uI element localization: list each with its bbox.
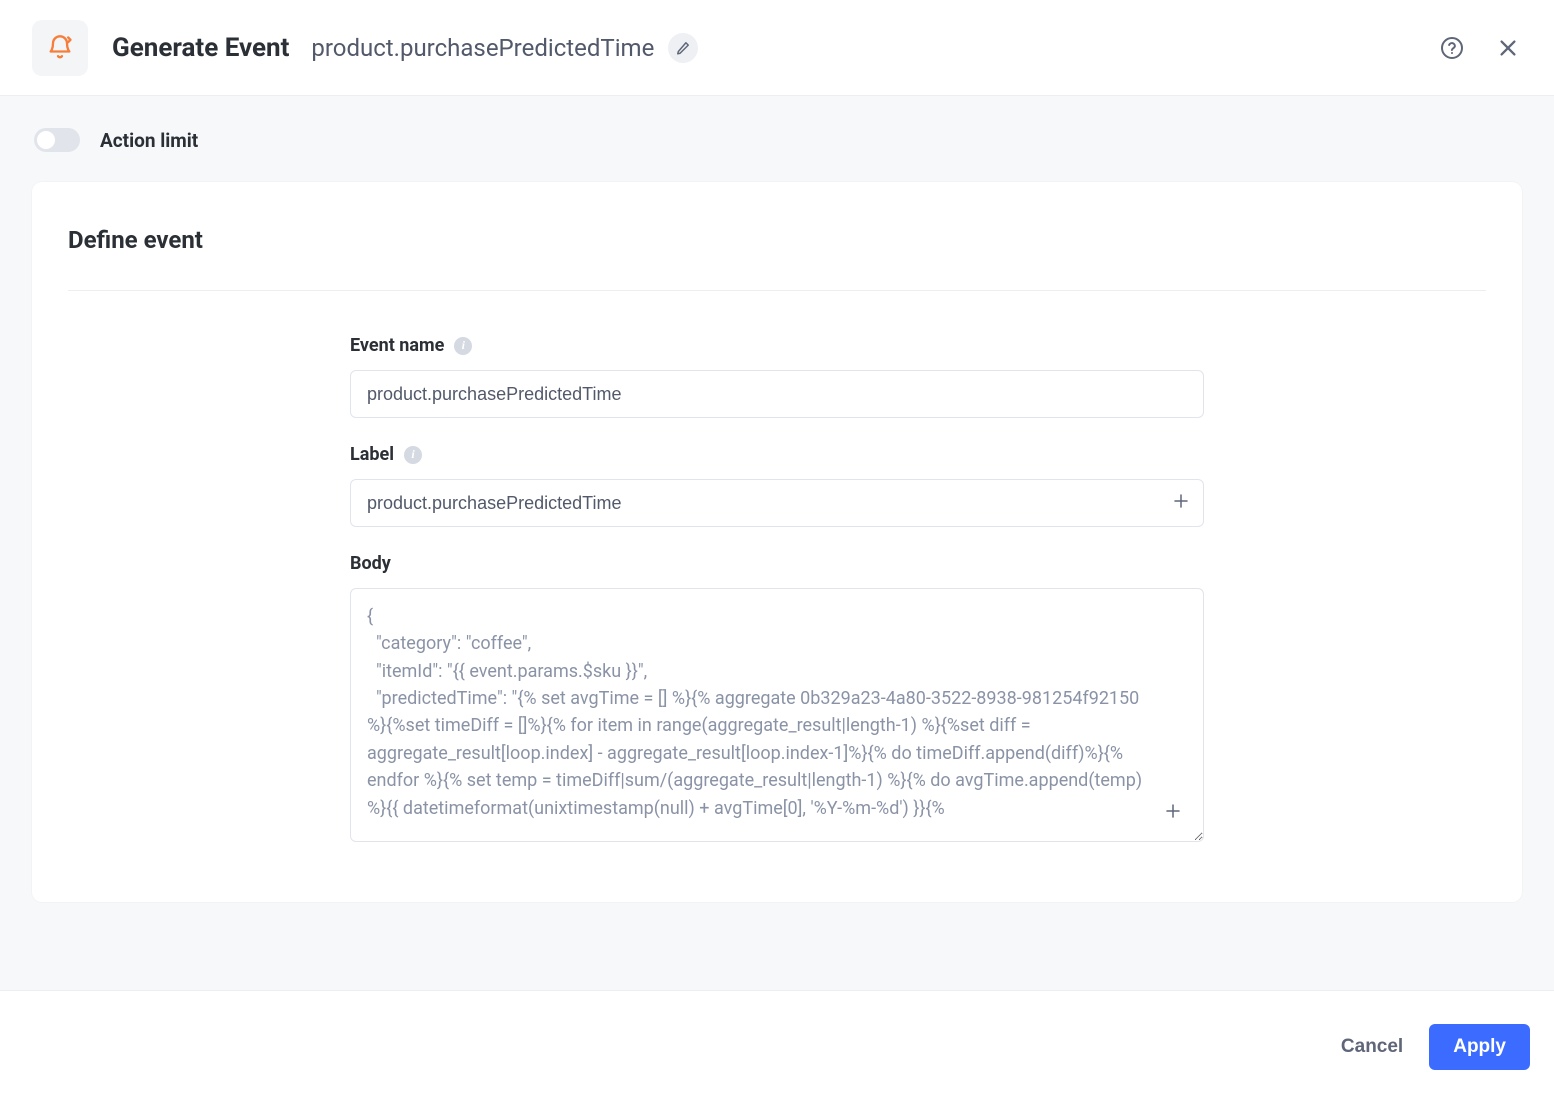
label-add-button[interactable] bbox=[1172, 492, 1190, 514]
content-area: Action limit Define event Event name i L… bbox=[0, 96, 1554, 934]
page-subtitle: product.purchasePredictedTime bbox=[311, 34, 654, 62]
action-limit-label: Action limit bbox=[100, 129, 198, 152]
generate-event-icon bbox=[32, 20, 88, 76]
body-label-row: Body bbox=[350, 553, 1204, 574]
body-label: Body bbox=[350, 553, 391, 574]
page-title: Generate Event bbox=[112, 33, 289, 63]
action-limit-toggle[interactable] bbox=[34, 128, 80, 152]
label-field-label-row: Label i bbox=[350, 444, 1204, 465]
body-textarea-wrap bbox=[350, 588, 1204, 846]
plus-icon bbox=[1172, 492, 1190, 510]
card-title: Define event bbox=[68, 226, 1486, 254]
event-form: Event name i Label i Body bbox=[350, 335, 1204, 846]
event-name-label: Event name bbox=[350, 335, 444, 356]
label-input-wrap bbox=[350, 479, 1204, 527]
body-textarea[interactable] bbox=[350, 588, 1204, 842]
edit-title-button[interactable] bbox=[668, 33, 698, 63]
cancel-button[interactable]: Cancel bbox=[1341, 1036, 1403, 1058]
close-button[interactable] bbox=[1494, 34, 1522, 62]
help-icon bbox=[1440, 36, 1464, 60]
label-field-label: Label bbox=[350, 444, 394, 465]
info-icon[interactable]: i bbox=[404, 446, 422, 464]
pencil-icon bbox=[676, 41, 690, 55]
footer: Cancel Apply bbox=[0, 990, 1554, 1102]
event-name-label-row: Event name i bbox=[350, 335, 1204, 356]
label-input[interactable] bbox=[350, 479, 1204, 527]
define-event-card: Define event Event name i Label i bbox=[32, 182, 1522, 902]
info-icon[interactable]: i bbox=[454, 337, 472, 355]
body-add-button[interactable] bbox=[1164, 802, 1182, 824]
plus-icon bbox=[1164, 802, 1182, 820]
close-icon bbox=[1497, 37, 1519, 59]
action-limit-row: Action limit bbox=[34, 128, 1522, 152]
divider bbox=[68, 290, 1486, 291]
event-name-input[interactable] bbox=[350, 370, 1204, 418]
help-button[interactable] bbox=[1438, 34, 1466, 62]
apply-button[interactable]: Apply bbox=[1429, 1024, 1530, 1070]
header: Generate Event product.purchasePredicted… bbox=[0, 0, 1554, 96]
